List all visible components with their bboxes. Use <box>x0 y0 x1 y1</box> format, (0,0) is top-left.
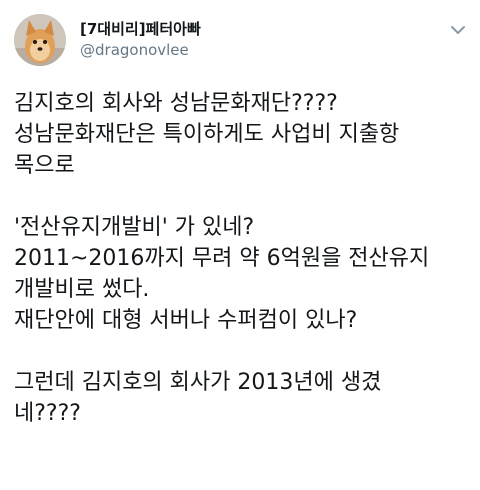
author-handle[interactable]: @dragonovlee <box>80 41 189 59</box>
author-display-name[interactable]: [7대비리]페터아빠 <box>80 18 201 39</box>
dog-avatar-icon[interactable] <box>14 14 66 66</box>
tweet-line: 네???? <box>14 401 81 426</box>
tweet-line: 김지호의 회사와 성남문화재단???? <box>14 91 338 116</box>
tweet-text: 김지호의 회사와 성남문화재단???? 성남문화재단은 특이하게도 사업비 지출… <box>14 88 470 429</box>
tweet-line: 2011~2016까지 무려 약 6억원을 전산유지 <box>14 246 430 271</box>
tweet-line: 개발비로 썼다. <box>14 277 150 302</box>
tweet-line: 재단안에 대형 서버나 수퍼컴이 있나? <box>14 308 358 333</box>
tweet-line: 성남문화재단은 특이하게도 사업비 지출항 <box>14 122 400 147</box>
tweet-line: 목으로 <box>14 153 75 178</box>
tweet-line: '전산유지개발비' 가 있네? <box>14 215 255 240</box>
tweet-line: 그런데 김지호의 회사가 2013년에 생겼 <box>14 370 382 395</box>
chevron-down-icon[interactable] <box>446 20 470 40</box>
tweet-card: [7대비리]페터아빠 @dragonovlee 김지호의 회사와 성남문화재단?… <box>0 0 480 490</box>
